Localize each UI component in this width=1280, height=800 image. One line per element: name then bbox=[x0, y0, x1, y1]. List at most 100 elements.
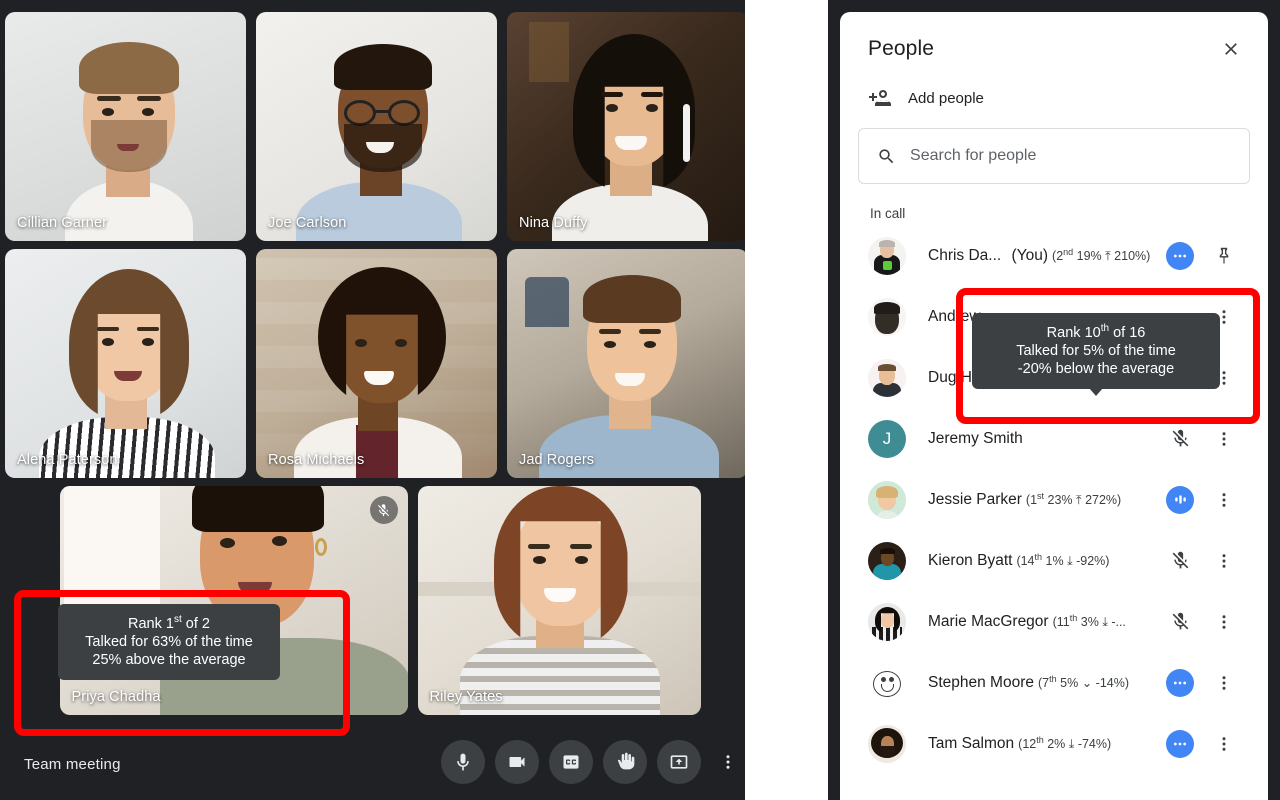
earring-shape bbox=[314, 538, 327, 556]
eyebrow-left bbox=[601, 92, 623, 97]
participant-more-options-button[interactable] bbox=[1202, 613, 1246, 631]
tile-name-label: Jad Rogers bbox=[519, 452, 595, 468]
stats-trend-up-icon: ⤒ bbox=[1076, 492, 1082, 507]
speaking-stats-tooltip-panel: Rank 10th of 16 Talked for 5% of the tim… bbox=[972, 313, 1220, 396]
video-tile-rosa-michaels[interactable]: Rosa Michaels bbox=[256, 249, 497, 478]
eyebrow-left bbox=[97, 327, 119, 331]
tooltip-talk-time-line: Talked for 63% of the time bbox=[85, 634, 253, 651]
active-speaker-button[interactable] bbox=[1158, 241, 1202, 270]
participant-row-chris-daniels[interactable]: Chris Da... (You) (2nd 19% ⤒ 210%) bbox=[848, 225, 1260, 286]
meeting-controls bbox=[441, 740, 745, 784]
search-input[interactable] bbox=[910, 147, 1231, 165]
captions-button[interactable] bbox=[549, 740, 593, 784]
row-icons bbox=[1158, 428, 1246, 449]
participant-name: Chris Da... (You) (2nd 19% ⤒ 210%) bbox=[928, 246, 1158, 265]
video-tile-riley-yates[interactable]: Riley Yates bbox=[417, 486, 701, 715]
more-vertical-icon bbox=[1222, 614, 1226, 629]
participant-name-text: Chris Da... bbox=[928, 246, 1002, 264]
participant-name-text: Kieron Byatt bbox=[928, 551, 1013, 569]
more-horizontal-icon bbox=[1173, 742, 1187, 745]
participant-name: Jessie Parker (1st 23% ⤒ 272%) bbox=[928, 490, 1158, 509]
avatar bbox=[868, 724, 906, 763]
tooltip-rank-ordinal: th bbox=[1100, 323, 1110, 334]
stats-delta: -92% bbox=[1076, 553, 1106, 568]
participant-more-options-button[interactable] bbox=[1202, 552, 1246, 570]
pin-button[interactable] bbox=[1202, 246, 1246, 266]
add-people-button[interactable]: Add people bbox=[840, 74, 1268, 116]
active-speaker-bars-icon bbox=[1166, 485, 1194, 514]
participant-row-tam-salmon[interactable]: Tam Salmon (12th 2% ⤓ -74%) bbox=[848, 713, 1260, 774]
participant-row-jeremy-smith[interactable]: J Jeremy Smith bbox=[848, 408, 1260, 469]
tooltip-average-line: 25% above the average bbox=[92, 652, 246, 669]
video-tile-jad-rogers[interactable]: Jad Rogers bbox=[507, 249, 745, 478]
avatar-initial: J bbox=[882, 428, 892, 448]
video-tile-alena-paterson[interactable]: Alena Paterson bbox=[5, 249, 246, 478]
microphone-icon bbox=[457, 753, 469, 771]
tile-mute-badge bbox=[369, 496, 398, 524]
stats-delta: -74% bbox=[1077, 736, 1107, 751]
stats-ordinal: nd bbox=[1063, 246, 1074, 257]
present-button[interactable] bbox=[657, 740, 701, 784]
participant-row-stephen-moore[interactable]: Stephen Moore (7th 5% ⌄ -14%) bbox=[848, 652, 1260, 713]
avatar-torso bbox=[873, 382, 901, 397]
raise-hand-button[interactable] bbox=[603, 740, 647, 784]
participant-name-text: Tam Salmon bbox=[928, 734, 1015, 752]
close-icon bbox=[1225, 43, 1237, 55]
eye-right bbox=[644, 341, 656, 348]
participant-name-text: Jeremy Smith bbox=[928, 429, 1023, 447]
video-tile-priya-chadha[interactable]: Priya Chadha bbox=[59, 486, 408, 715]
eyebrow-right bbox=[639, 329, 661, 334]
stats-ordinal: th bbox=[1049, 673, 1057, 684]
video-camera-icon bbox=[509, 757, 525, 767]
microphone-button[interactable] bbox=[441, 740, 485, 784]
raised-hand-icon bbox=[617, 752, 635, 770]
avatar bbox=[868, 541, 906, 580]
search-icon bbox=[879, 148, 894, 163]
eye-left bbox=[102, 108, 114, 116]
search-box[interactable] bbox=[858, 128, 1250, 184]
meeting-name-label: Team meeting bbox=[24, 755, 121, 773]
glasses-left-lens bbox=[344, 100, 376, 126]
stats-delta: -14% bbox=[1095, 675, 1125, 690]
close-panel-button[interactable] bbox=[1216, 34, 1246, 64]
participant-row-kieron-byatt[interactable]: Kieron Byatt (14th 1% ⤓ -92%) bbox=[848, 530, 1260, 591]
tooltip-arrow bbox=[1089, 387, 1103, 396]
tooltip-rank-value: 1 bbox=[165, 615, 174, 632]
eyebrow-right bbox=[265, 522, 294, 528]
hair-shape bbox=[191, 486, 324, 532]
row-icons bbox=[1158, 550, 1246, 571]
participant-more-options-button[interactable] bbox=[1202, 491, 1246, 509]
stats-delta: -... bbox=[1111, 614, 1126, 629]
tile-name-label: Alena Paterson bbox=[17, 452, 118, 468]
more-options-button[interactable] bbox=[711, 740, 745, 784]
active-speaker-button[interactable] bbox=[1158, 485, 1202, 514]
active-speaker-button[interactable] bbox=[1158, 668, 1202, 697]
participant-list: Chris Da... (You) (2nd 19% ⤒ 210%) Andre… bbox=[840, 225, 1268, 774]
tooltip-rank-prefix: Rank bbox=[128, 615, 166, 632]
avatar-shirt-logo bbox=[883, 260, 892, 270]
more-horizontal-icon bbox=[1173, 681, 1187, 684]
participant-more-options-button[interactable] bbox=[1202, 735, 1246, 753]
row-icons bbox=[1158, 729, 1246, 758]
video-tile-nina-duffy[interactable]: Nina Duffy bbox=[507, 12, 745, 241]
camera-button[interactable] bbox=[495, 740, 539, 784]
muted-microphone-icon bbox=[1172, 612, 1188, 630]
glasses-bridge bbox=[375, 110, 389, 113]
participant-more-options-button[interactable] bbox=[1202, 430, 1246, 448]
active-speaker-button[interactable] bbox=[1158, 729, 1202, 758]
avatar bbox=[868, 297, 906, 336]
participant-more-options-button[interactable] bbox=[1202, 674, 1246, 692]
participant-row-jessie-parker[interactable]: Jessie Parker (1st 23% ⤒ 272%) bbox=[848, 469, 1260, 530]
participant-row-marie-macgregor[interactable]: Marie MacGregor (11th 3% ⤓ -... bbox=[848, 591, 1260, 652]
avatar-hair bbox=[874, 301, 900, 314]
video-tile-cillian-garner[interactable]: Cillian Garner bbox=[5, 12, 246, 241]
stats-ordinal: th bbox=[1034, 551, 1043, 562]
video-tile-joe-carlson[interactable]: Joe Carlson bbox=[256, 12, 497, 241]
hair-shape bbox=[583, 275, 681, 323]
row-icons bbox=[1158, 611, 1246, 632]
tooltip-average-line: -20% below the average bbox=[1017, 361, 1175, 378]
muted-microphone-icon bbox=[1172, 551, 1188, 569]
participant-stats: (1st 23% ⤒ 272%) bbox=[1025, 490, 1122, 507]
closed-captions-icon bbox=[563, 755, 579, 769]
row-icons bbox=[1158, 485, 1246, 514]
